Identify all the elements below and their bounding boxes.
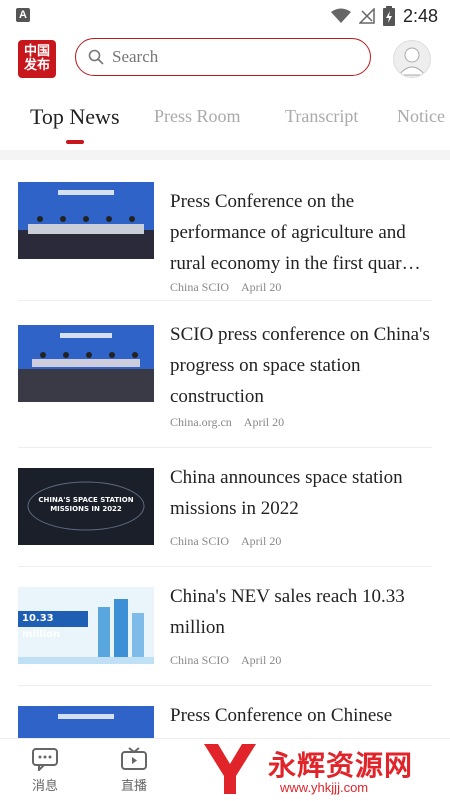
header: 中国 发布: [0, 36, 450, 82]
article-source: China.org.cn: [170, 415, 232, 429]
user-icon: [397, 47, 427, 76]
article-title[interactable]: China announces space station missions i…: [170, 462, 432, 524]
article-item[interactable]: CHINA'S SPACE STATION MISSIONS IN 2022 C…: [18, 456, 432, 567]
tab-press-room[interactable]: Press Room: [154, 106, 241, 127]
article-title[interactable]: China's NEV sales reach 10.33 million: [170, 581, 432, 643]
watermark-url: www.yhkjjj.com: [280, 780, 369, 795]
app-notification-icon: A: [16, 8, 30, 22]
logo-line-1: 中国: [23, 44, 50, 59]
article-meta: China SCIO April 20: [170, 534, 281, 549]
wifi-icon: [330, 8, 351, 23]
search-input[interactable]: [110, 46, 354, 68]
nav-label: 直播: [120, 779, 147, 794]
tv-icon: [121, 747, 147, 770]
logo-line-2: 发布: [23, 58, 50, 73]
article-thumbnail: [18, 182, 154, 259]
article-thumbnail: CHINA'S SPACE STATION MISSIONS IN 2022: [18, 468, 154, 545]
article-thumbnail: 10.33 million: [18, 587, 154, 664]
article-date: April 20: [243, 415, 285, 429]
article-item[interactable]: 10.33 million China's NEV sales reach 10…: [18, 575, 432, 686]
watermark-text: 永辉资源网: [268, 749, 414, 782]
article-meta: China SCIO April 20: [170, 280, 281, 295]
article-source: China SCIO: [170, 280, 230, 294]
status-right: 2:48: [330, 4, 438, 28]
article-thumbnail: [18, 325, 154, 402]
article-date: April 20: [241, 534, 282, 548]
article-source: China SCIO: [170, 534, 230, 548]
thumbnail-caption: CHINA'S SPACE STATION MISSIONS IN 2022: [38, 496, 134, 513]
nav-messages[interactable]: 消息: [15, 747, 75, 794]
watermark-logo-icon: [204, 744, 256, 794]
search-bar[interactable]: [75, 38, 371, 76]
divider: [0, 150, 450, 160]
tab-notice[interactable]: Notice: [397, 106, 445, 127]
app-logo[interactable]: 中国 发布: [18, 40, 56, 78]
signal-icon: [358, 8, 375, 24]
article-title[interactable]: SCIO press conference on China's progres…: [170, 319, 432, 412]
article-date: April 20: [241, 653, 282, 667]
avatar[interactable]: [393, 40, 431, 78]
tab-transcript[interactable]: Transcript: [285, 106, 358, 127]
thumbnail-caption: 10.33 million: [22, 613, 61, 640]
article-meta: China.org.cn April 20: [170, 415, 284, 430]
tab-top-news[interactable]: Top News: [30, 104, 120, 130]
message-icon: [32, 748, 58, 773]
status-bar: A 2:48: [0, 0, 450, 32]
article-date: April 20: [241, 280, 282, 294]
active-tab-indicator: [66, 140, 84, 144]
nav-label: 消息: [31, 779, 58, 794]
watermark: 永辉资源网 www.yhkjjj.com: [200, 740, 440, 796]
article-title[interactable]: Press Conference on Chinese: [170, 700, 432, 731]
battery-icon: [382, 6, 395, 26]
article-item[interactable]: SCIO press conference on China's progres…: [18, 313, 432, 448]
clock: 2:48: [402, 5, 438, 26]
article-title[interactable]: Press Conference on the performance of a…: [170, 186, 432, 279]
article-source: China SCIO: [170, 653, 230, 667]
nav-live[interactable]: 直播: [104, 747, 164, 794]
article-item[interactable]: Press Conference on the performance of a…: [18, 170, 432, 301]
article-meta: China SCIO April 20: [170, 653, 281, 668]
search-icon: [88, 49, 104, 65]
